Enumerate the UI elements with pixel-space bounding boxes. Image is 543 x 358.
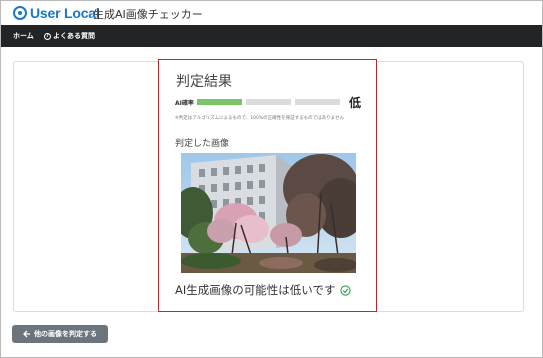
- probability-level: 低: [349, 96, 362, 110]
- result-title: 判定結果: [176, 74, 232, 90]
- probability-bar-segment: [246, 99, 291, 105]
- probability-label: AI確率: [175, 100, 194, 107]
- result-card: 判定結果 AI確率 低 ※判定はアルゴリズムによるもので、100%の正確性を保証…: [158, 59, 377, 312]
- judged-image-heading: 判定した画像: [175, 139, 230, 149]
- check-circle-icon: [340, 284, 352, 296]
- nav-faq-label: よくある質問: [53, 32, 95, 40]
- back-button-label: 他の画像を判定する: [34, 330, 97, 338]
- probability-bar-segment: [197, 99, 242, 105]
- judged-image: [181, 153, 356, 273]
- disclaimer-note: ※判定はアルゴリズムによるもので、100%の正確性を保証するものではありません: [175, 116, 345, 121]
- verdict-text: AI生成画像の可能性は低いです: [175, 283, 336, 297]
- verdict: AI生成画像の可能性は低いです: [175, 282, 352, 298]
- nav-faq-link[interactable]: ? よくある質問: [44, 31, 95, 41]
- brand-bar: User Local 生成AI画像チェッカー: [1, 1, 542, 25]
- judge-another-image-button[interactable]: 他の画像を判定する: [12, 325, 108, 343]
- nav-home-link[interactable]: ホーム: [13, 31, 34, 41]
- question-circle-icon: ?: [44, 32, 51, 40]
- user-local-logo-icon[interactable]: [13, 6, 27, 20]
- brand-logo[interactable]: User Local: [30, 5, 100, 21]
- navbar: ホーム ? よくある質問: [1, 25, 542, 47]
- arrow-left-icon: [23, 330, 30, 338]
- app-title: 生成AI画像チェッカー: [93, 8, 203, 21]
- probability-bar-segment: [295, 99, 340, 105]
